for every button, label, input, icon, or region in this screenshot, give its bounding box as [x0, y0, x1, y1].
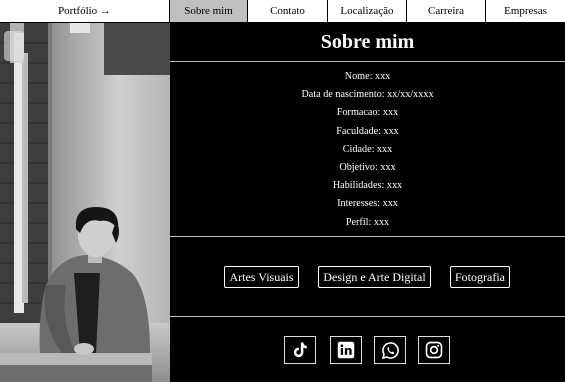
- info-line-habilidades: Habilidades: xxx: [332, 180, 403, 192]
- info-line-objetivo: Objetivo: xxx: [339, 161, 396, 173]
- tiktok-icon[interactable]: [284, 336, 316, 364]
- profile-photo-illustration: [0, 23, 170, 382]
- nav-empresas[interactable]: Empresas: [486, 0, 565, 22]
- profile-photo: [0, 23, 170, 382]
- info-line-nascimento: Data de nascimento: xx/xx/xxxx: [301, 89, 434, 101]
- info-line-nome: Nome: xxx: [344, 71, 391, 82]
- nav-carreira[interactable]: Carreira: [407, 0, 486, 22]
- divider-middle: [170, 236, 565, 237]
- artes-visuais-button[interactable]: Artes Visuais: [224, 266, 299, 288]
- about-info-list: Nome: xxx Data de nascimento: xx/xx/xxxx…: [170, 68, 565, 232]
- info-line-perfil: Perfil: xxx: [345, 216, 390, 228]
- linkedin-icon[interactable]: [330, 336, 362, 364]
- divider-top: [170, 61, 565, 62]
- nav-contato[interactable]: Contato: [248, 0, 328, 22]
- instagram-icon[interactable]: [418, 336, 450, 364]
- info-line-faculdade: Faculdade: xxx: [336, 125, 399, 137]
- info-line-cidade: Cidade: xxx: [342, 143, 393, 155]
- nav-portfolio[interactable]: Portfólio →: [0, 0, 170, 22]
- divider-bottom: [170, 316, 565, 317]
- design-arte-digital-button[interactable]: Design e Arte Digital: [318, 266, 431, 288]
- nav-localizacao[interactable]: Localização: [328, 0, 407, 22]
- nav-sobre-mim[interactable]: Sobre mim: [170, 0, 248, 22]
- top-nav: Portfólio → Sobre mim Contato Localizaçã…: [0, 0, 565, 23]
- about-section: Sobre mim Nome: xxx Data de nascimento: …: [170, 23, 565, 382]
- fotografia-button[interactable]: Fotografia: [450, 266, 510, 288]
- whatsapp-icon[interactable]: [374, 336, 406, 364]
- info-line-formacao: Formacao: xxx: [336, 107, 399, 119]
- about-title: Sobre mim: [320, 31, 415, 53]
- info-line-interesses: Interesses: xxx: [337, 198, 398, 210]
